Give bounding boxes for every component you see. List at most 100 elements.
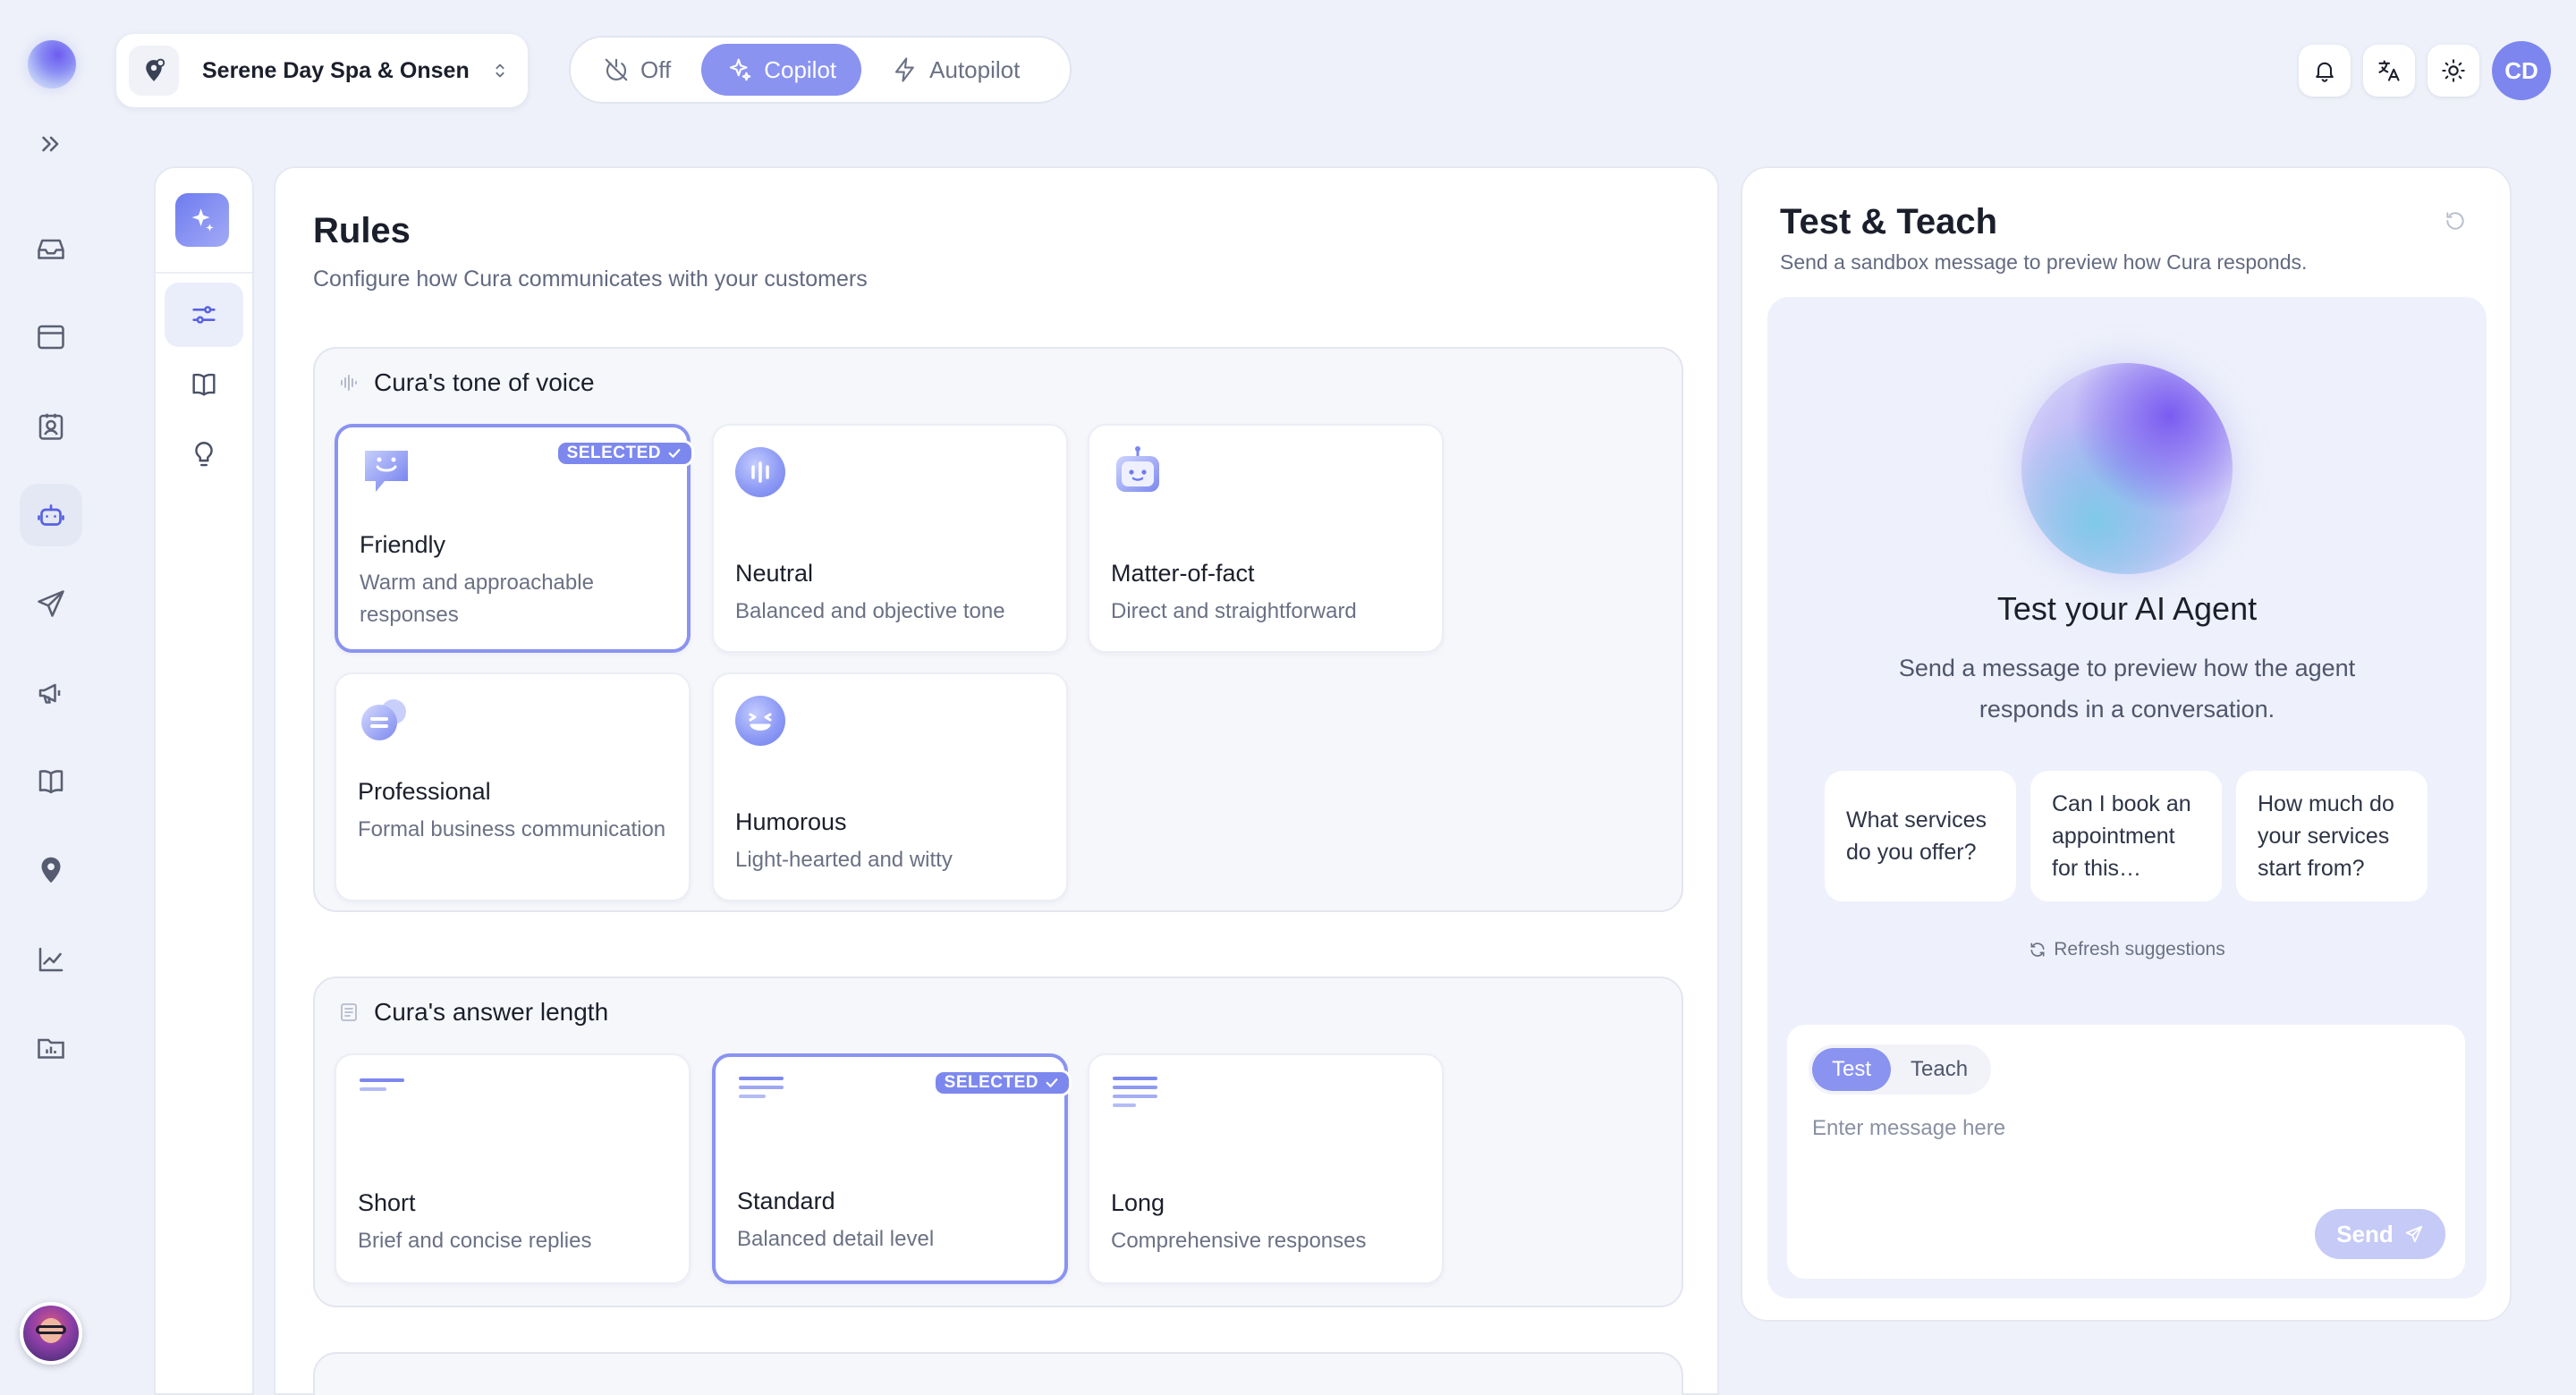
- sandbox-description: Send a message to preview how the agent …: [1898, 655, 2356, 723]
- tone-title-matter-of-fact: Matter-of-fact: [1111, 560, 1255, 587]
- send-label: Send: [2336, 1220, 2394, 1247]
- length-desc-long: Comprehensive responses: [1111, 1229, 1367, 1253]
- mode-autopilot-button[interactable]: Autopilot: [867, 44, 1045, 96]
- tone-title-neutral: Neutral: [735, 560, 814, 587]
- mode-autopilot-label: Autopilot: [929, 55, 1021, 83]
- tone-desc-professional: Formal business communication: [358, 817, 666, 841]
- mode-off-button[interactable]: Off: [578, 44, 696, 96]
- next-section: [313, 1352, 1683, 1395]
- length-desc-short: Brief and concise replies: [358, 1229, 592, 1253]
- agent-mode-toggle: Off Copilot Autopilot: [569, 36, 1072, 104]
- selected-badge-label: SELECTED: [566, 444, 661, 462]
- bolt-icon: [892, 56, 919, 83]
- length-card-long[interactable]: Long Comprehensive responses: [1088, 1053, 1444, 1284]
- chevron-updown-icon: [490, 61, 510, 80]
- tone-section-header: Cura's tone of voice: [338, 368, 595, 397]
- tone-title-friendly: Friendly: [360, 531, 446, 558]
- suggestion-chip[interactable]: How much do your services start from?: [2236, 771, 2428, 901]
- location-icon: [129, 46, 179, 96]
- bell-icon[interactable]: [2299, 45, 2351, 97]
- location-pin-icon[interactable]: [20, 839, 82, 901]
- length-section-header: Cura's answer length: [338, 998, 608, 1027]
- user-avatar[interactable]: [20, 1302, 82, 1365]
- selected-badge: SELECTED: [555, 440, 694, 467]
- length-title-long: Long: [1111, 1189, 1165, 1216]
- tone-card-professional[interactable]: Professional Formal business communicati…: [335, 672, 691, 901]
- rules-panel: Rules Configure how Cura communicates wi…: [274, 166, 1719, 1395]
- sandbox-heading: Test your AI Agent: [1996, 590, 2258, 627]
- check-icon: [666, 445, 682, 461]
- tone-card-humorous[interactable]: Humorous Light-hearted and witty: [712, 672, 1068, 901]
- test-teach-panel: Test & Teach Send a sandbox message to p…: [1741, 166, 2512, 1322]
- laughing-face-icon: [735, 696, 785, 746]
- audio-wave-icon: [338, 372, 360, 393]
- length-desc-standard: Balanced detail level: [737, 1227, 935, 1251]
- length-title-standard: Standard: [737, 1188, 835, 1214]
- account-avatar[interactable]: CD: [2492, 41, 2551, 100]
- translate-icon[interactable]: [2363, 45, 2415, 97]
- book-icon[interactable]: [20, 750, 82, 813]
- page-title: Rules: [313, 211, 411, 250]
- bot-icon[interactable]: [20, 484, 82, 546]
- length-section: Cura's answer length Short Brief and con…: [313, 976, 1683, 1307]
- tone-desc-humorous: Light-hearted and witty: [735, 848, 953, 872]
- test-teach-tabs: Test Teach: [1809, 1044, 1992, 1095]
- tone-card-matter-of-fact[interactable]: Matter-of-fact Direct and straightforwar…: [1088, 424, 1444, 653]
- inbox-icon[interactable]: [20, 217, 82, 280]
- business-name: Serene Day Spa & Onsen: [202, 57, 470, 83]
- megaphone-icon[interactable]: [20, 662, 82, 724]
- long-lines-icon: [1111, 1075, 1159, 1120]
- test-teach-title: Test & Teach: [1780, 202, 1998, 241]
- knowledge-book-icon[interactable]: [165, 352, 243, 417]
- send-button[interactable]: Send: [2315, 1209, 2445, 1259]
- tone-card-friendly[interactable]: SELECTED Friendly Warm and approachable …: [335, 424, 694, 653]
- off-icon: [603, 56, 630, 83]
- message-input[interactable]: [1812, 1111, 2438, 1146]
- contacts-icon[interactable]: [20, 395, 82, 458]
- robot-face-icon: [1111, 444, 1165, 497]
- suggestion-text: How much do your services start from?: [2258, 791, 2394, 881]
- refresh-label: Refresh suggestions: [2054, 939, 2225, 960]
- business-selector[interactable]: Serene Day Spa & Onsen: [116, 34, 528, 107]
- chart-icon[interactable]: [20, 928, 82, 991]
- window-icon[interactable]: [20, 306, 82, 368]
- tone-desc-neutral: Balanced and objective tone: [735, 599, 1005, 623]
- tone-section: Cura's tone of voice SELECTED Friendly W…: [313, 347, 1683, 912]
- length-card-standard[interactable]: SELECTED Standard Balanced detail level: [712, 1053, 1072, 1284]
- tab-test[interactable]: Test: [1812, 1048, 1892, 1091]
- document-icon: [338, 1002, 360, 1023]
- tone-desc-friendly: Warm and approachable responses: [360, 571, 594, 627]
- reset-icon[interactable]: [2444, 209, 2467, 232]
- agent-subnav: [154, 166, 254, 1395]
- tone-card-neutral[interactable]: Neutral Balanced and objective tone: [712, 424, 1068, 653]
- ai-sparkle-icon: [175, 193, 229, 247]
- length-card-short[interactable]: Short Brief and concise replies: [335, 1053, 691, 1284]
- professional-chat-icon: [358, 696, 411, 746]
- mode-copilot-label: Copilot: [764, 55, 837, 83]
- tab-teach[interactable]: Teach: [1891, 1048, 1987, 1091]
- refresh-icon: [2029, 941, 2046, 959]
- send-icon: [2404, 1224, 2424, 1244]
- friendly-face-icon: [360, 445, 413, 499]
- short-lines-icon: [358, 1075, 406, 1102]
- neutral-voice-icon: [735, 447, 785, 497]
- sun-icon[interactable]: [2428, 45, 2479, 97]
- length-title-short: Short: [358, 1189, 416, 1216]
- left-rail: [0, 0, 102, 1395]
- selected-badge-label: SELECTED: [944, 1073, 1038, 1092]
- length-section-title: Cura's answer length: [374, 998, 609, 1026]
- refresh-suggestions-button[interactable]: Refresh suggestions: [1767, 939, 2487, 960]
- mode-copilot-button[interactable]: Copilot: [701, 44, 862, 96]
- app-logo[interactable]: [28, 40, 76, 89]
- suggestion-chip[interactable]: What services do you offer?: [1825, 771, 2016, 901]
- rules-sliders-icon[interactable]: [165, 283, 243, 347]
- expand-sidebar-icon[interactable]: [36, 129, 66, 159]
- check-icon: [1044, 1075, 1060, 1091]
- suggestion-chip[interactable]: Can I book an appointment for this…: [2030, 771, 2222, 901]
- report-icon[interactable]: [20, 1017, 82, 1079]
- suggestion-text: Can I book an appointment for this…: [2052, 791, 2191, 881]
- send-icon[interactable]: [20, 572, 82, 635]
- page-subtitle: Configure how Cura communicates with you…: [313, 266, 868, 292]
- lightbulb-icon[interactable]: [165, 422, 243, 486]
- tone-desc-matter-of-fact: Direct and straightforward: [1111, 599, 1357, 623]
